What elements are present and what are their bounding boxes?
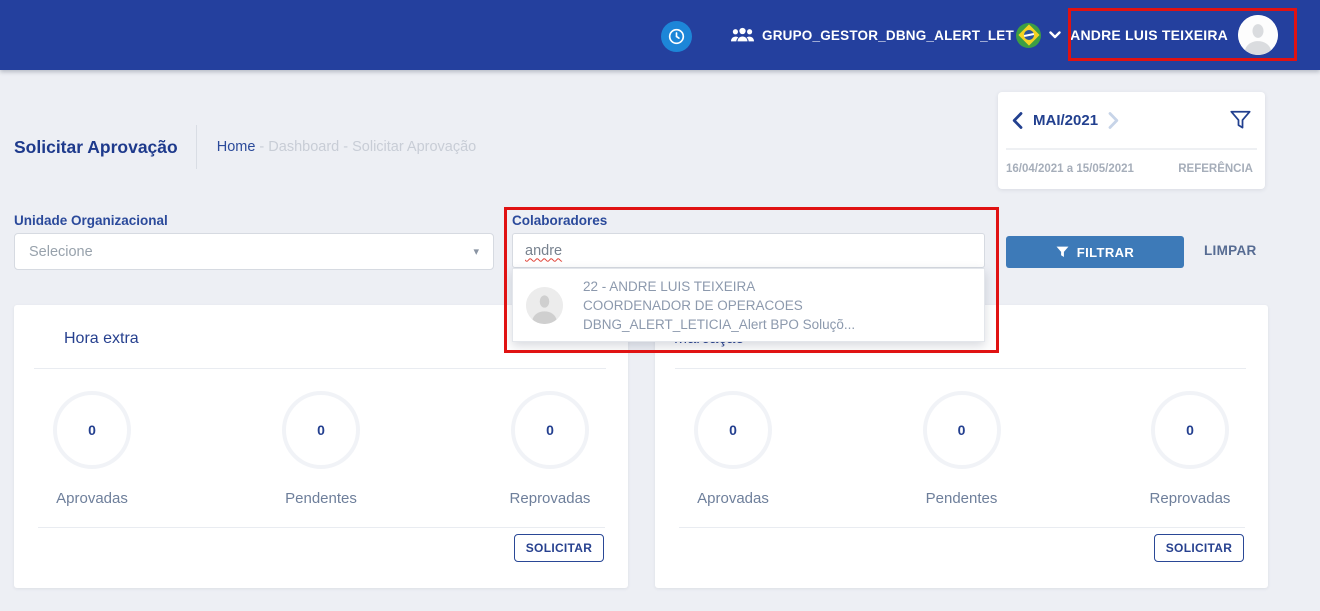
stat-circle: 0 xyxy=(923,391,1001,469)
collaborators-input[interactable]: andre xyxy=(512,233,985,268)
stat-value: 0 xyxy=(88,422,96,438)
stat-approved: 0 Aprovadas xyxy=(42,391,142,507)
stat-value: 0 xyxy=(958,422,966,438)
overtime-card: Hora extra 0 Aprovadas 0 Pendentes 0 Rep… xyxy=(14,305,628,588)
reference-caption: REFERÊNCIA xyxy=(1178,163,1253,175)
funnel-icon xyxy=(1056,246,1069,258)
stat-label: Aprovadas xyxy=(56,490,128,507)
card-divider xyxy=(38,527,605,528)
stat-circle: 0 xyxy=(1151,391,1229,469)
stat-label: Aprovadas xyxy=(697,490,769,507)
org-unit-label: Unidade Organizacional xyxy=(14,213,168,228)
stat-label: Reprovadas xyxy=(510,490,591,507)
suggestion-org: DBNG_ALERT_LETICIA_Alert BPO Soluçõ... xyxy=(583,315,855,334)
stat-pending: 0 Pendentes xyxy=(271,391,371,507)
chevron-down-icon xyxy=(1049,31,1061,39)
stat-value: 0 xyxy=(317,422,325,438)
request-overtime-button[interactable]: SOLICITAR xyxy=(514,534,604,562)
breadcrumb-trail: - Dashboard - Solicitar Aprovação xyxy=(255,139,476,155)
brazil-flag-icon xyxy=(1016,23,1041,48)
top-navbar: GRUPO_GESTOR_DBNG_ALERT_LETICI ANDRE LUI… xyxy=(0,0,1320,70)
stat-circle: 0 xyxy=(282,391,360,469)
suggestion-role: COORDENADOR DE OPERACOES xyxy=(583,296,855,315)
period-filter-button[interactable] xyxy=(1230,110,1251,130)
caret-down-icon: ▾ xyxy=(473,245,479,258)
reference-date-range: 16/04/2021 a 15/05/2021 xyxy=(1006,163,1134,175)
collaborators-label: Colaboradores xyxy=(512,213,607,228)
punch-card: Marcação 0 Aprovadas 0 Pendentes 0 Repro… xyxy=(655,305,1268,588)
clock-icon xyxy=(667,27,686,46)
filter-button[interactable]: FILTRAR xyxy=(1006,236,1184,268)
filter-button-label: FILTRAR xyxy=(1077,245,1134,260)
header-divider xyxy=(196,125,197,169)
stat-label: Reprovadas xyxy=(1150,490,1231,507)
user-name-label: ANDRE LUIS TEIXEIRA xyxy=(1070,27,1228,43)
stat-value: 0 xyxy=(1186,422,1194,438)
breadcrumb: Home - Dashboard - Solicitar Aprovação xyxy=(217,139,477,155)
clear-button[interactable]: LIMPAR xyxy=(1204,243,1257,258)
chevron-left-icon xyxy=(1012,112,1023,129)
stat-circle: 0 xyxy=(53,391,131,469)
breadcrumb-home-link[interactable]: Home xyxy=(217,139,256,155)
org-unit-select[interactable]: Selecione ▾ xyxy=(14,233,494,270)
stat-approved: 0 Aprovadas xyxy=(683,391,783,507)
stat-rejected: 0 Reprovadas xyxy=(1140,391,1240,507)
page-title: Solicitar Aprovação xyxy=(14,137,178,158)
chevron-right-icon xyxy=(1108,112,1119,129)
group-icon xyxy=(731,27,754,43)
user-menu[interactable]: ANDRE LUIS TEIXEIRA xyxy=(1070,0,1278,70)
org-unit-placeholder: Selecione xyxy=(29,244,473,260)
stat-circle: 0 xyxy=(694,391,772,469)
next-month-button[interactable] xyxy=(1108,112,1119,129)
collaborator-suggestion-item[interactable]: 22 - ANDRE LUIS TEIXEIRA COORDENADOR DE … xyxy=(512,268,985,342)
page-header: Solicitar Aprovação Home - Dashboard - S… xyxy=(14,125,476,169)
reference-period-card: MAI/2021 16/04/2021 a 15/05/2021 REFERÊN… xyxy=(998,92,1265,189)
stat-value: 0 xyxy=(546,422,554,438)
previous-month-button[interactable] xyxy=(1012,112,1023,129)
funnel-icon xyxy=(1230,110,1251,130)
stat-rejected: 0 Reprovadas xyxy=(500,391,600,507)
suggestion-name: 22 - ANDRE LUIS TEIXEIRA xyxy=(583,277,855,296)
card-divider xyxy=(679,527,1245,528)
avatar-icon xyxy=(526,287,563,324)
stat-label: Pendentes xyxy=(926,490,998,507)
group-name-label: GRUPO_GESTOR_DBNG_ALERT_LETICI xyxy=(762,28,1014,43)
reference-month-label: MAI/2021 xyxy=(1033,112,1098,129)
collaborators-input-value: andre xyxy=(525,243,562,259)
avatar-icon xyxy=(1238,15,1278,55)
request-punch-button[interactable]: SOLICITAR xyxy=(1154,534,1244,562)
stat-circle: 0 xyxy=(511,391,589,469)
stat-value: 0 xyxy=(729,422,737,438)
stat-pending: 0 Pendentes xyxy=(912,391,1012,507)
group-selector[interactable]: GRUPO_GESTOR_DBNG_ALERT_LETICI xyxy=(731,0,1061,70)
stat-label: Pendentes xyxy=(285,490,357,507)
clock-button[interactable] xyxy=(661,21,692,52)
